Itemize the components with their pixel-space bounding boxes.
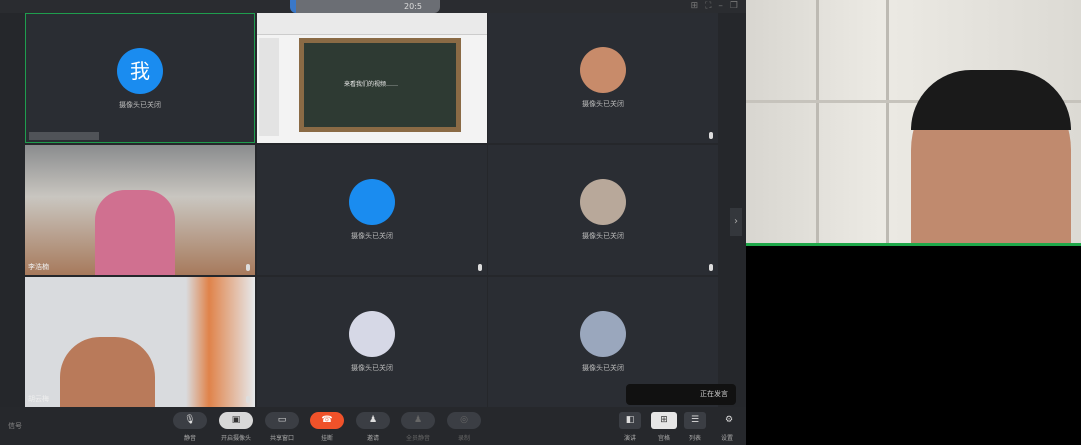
participant-name: 胡云梅 xyxy=(28,395,49,403)
speaker-view-button[interactable]: ◧ 演讲 xyxy=(615,412,645,442)
button-label: 演讲 xyxy=(623,435,636,442)
button-label: 录制 xyxy=(457,435,470,442)
record-button[interactable]: ◎ 录制 xyxy=(444,412,484,442)
list-view-icon: ☰ xyxy=(684,412,706,429)
invite-button[interactable]: ♟ 邀请 xyxy=(353,412,393,442)
mic-icon xyxy=(709,264,713,271)
mute-button[interactable]: 🎙 静音 xyxy=(170,412,210,442)
camera-off-label: 摄像头已关闭 xyxy=(582,100,624,108)
invite-icon: ♟ xyxy=(356,412,390,429)
video-tile[interactable]: 摄像头已关闭 xyxy=(257,145,487,275)
active-speaker-video xyxy=(746,0,1081,246)
video-tile-screen-share[interactable]: 来看我们的视频…… xyxy=(257,13,487,143)
name-blur xyxy=(29,132,99,140)
avatar xyxy=(580,179,626,225)
speaker-panel xyxy=(746,0,1081,445)
layout-icon[interactable]: ⊞ xyxy=(691,1,699,11)
hangup-icon: ☎ xyxy=(310,412,344,429)
button-label: 宫格 xyxy=(657,435,670,442)
camera-off-label: 摄像头已关闭 xyxy=(351,232,393,240)
camera-off-label: 摄像头已关闭 xyxy=(582,232,624,240)
button-label: 邀请 xyxy=(366,435,379,442)
speaker-view-icon: ◧ xyxy=(619,412,641,429)
hangup-button[interactable]: ☎ 挂断 xyxy=(307,412,347,442)
record-icon: ◎ xyxy=(447,412,481,429)
button-label: 挂断 xyxy=(320,435,333,442)
mic-icon xyxy=(246,264,250,271)
participant-video xyxy=(95,190,175,275)
camera-off-label: 摄像头已关闭 xyxy=(582,364,624,372)
mic-icon xyxy=(709,132,713,139)
next-page-button[interactable]: › xyxy=(730,208,742,236)
camera-button[interactable]: ▣ 开启摄像头 xyxy=(216,412,256,442)
minimize-icon[interactable]: – xyxy=(718,1,723,11)
participant-video xyxy=(60,337,155,407)
participant-face xyxy=(911,70,1071,243)
share-window-button[interactable]: ▭ 共享窗口 xyxy=(262,412,302,442)
mic-icon xyxy=(246,396,250,403)
fullscreen-icon[interactable]: ⛶ xyxy=(705,1,711,11)
mic-icon xyxy=(478,264,482,271)
meeting-title: 20:5 xyxy=(290,0,440,13)
slide: 来看我们的视频…… xyxy=(299,38,461,132)
list-view-button[interactable]: ☰ 列表 xyxy=(680,412,710,442)
video-tile[interactable]: 摄像头已关闭 xyxy=(488,13,718,143)
button-label: 共享窗口 xyxy=(269,435,294,442)
button-label: 静音 xyxy=(183,435,196,442)
video-tile[interactable]: 李浩楠 xyxy=(25,145,255,275)
mute-all-button[interactable]: ♟ 全员静音 xyxy=(398,412,438,442)
button-label: 开启摄像头 xyxy=(220,435,251,442)
video-tile[interactable]: 摄像头已关闭 xyxy=(257,277,487,407)
grid-view-icon: ⊞ xyxy=(651,412,677,429)
participant-name: 李浩楠 xyxy=(28,263,49,271)
camera-icon: ▣ xyxy=(219,412,253,429)
camera-off-label: 摄像头已关闭 xyxy=(119,101,161,109)
video-tile[interactable]: 胡云梅 xyxy=(25,277,255,407)
mute-all-icon: ♟ xyxy=(401,412,435,429)
settings-button[interactable]: ⚙ 设置 xyxy=(712,412,742,442)
button-label: 列表 xyxy=(688,435,701,442)
video-tile[interactable]: 摄像头已关闭 xyxy=(488,145,718,275)
video-tile-self[interactable]: 我 摄像头已关闭 xyxy=(25,13,255,143)
slide-text: 来看我们的视频…… xyxy=(344,81,399,88)
share-icon: ▭ xyxy=(265,412,299,429)
gear-icon: ⚙ xyxy=(724,415,734,425)
grid-view-button[interactable]: ⊞ 宫格 xyxy=(649,412,679,442)
camera-off-label: 摄像头已关闭 xyxy=(351,364,393,372)
avatar xyxy=(349,311,395,357)
title-bar: 20:5 ⊞ ⛶ – ❐ xyxy=(0,0,746,13)
button-label: 全员静音 xyxy=(405,435,430,442)
avatar xyxy=(580,47,626,93)
signal-indicator: 信号 xyxy=(8,422,22,430)
avatar: 我 xyxy=(117,48,163,94)
slide-thumbnails xyxy=(259,38,279,136)
video-grid: 我 摄像头已关闭 来看我们的视频…… 摄像头已关闭 李浩楠 摄像头已关闭 摄像头… xyxy=(0,13,746,407)
avatar xyxy=(349,179,395,225)
meeting-toolbar: 信号 🎙 静音 ▣ 开启摄像头 ▭ 共享窗口 ☎ 挂断 ♟ 邀请 ♟ 全员静音 ◎ 录制 ◧ 演… xyxy=(0,407,746,445)
speaking-indicator: 正在发言 xyxy=(626,384,736,405)
mic-icon: 🎙 xyxy=(173,412,207,429)
button-label: 设置 xyxy=(720,435,733,442)
avatar xyxy=(580,311,626,357)
restore-icon[interactable]: ❐ xyxy=(730,1,738,11)
ppt-ribbon xyxy=(257,13,487,35)
